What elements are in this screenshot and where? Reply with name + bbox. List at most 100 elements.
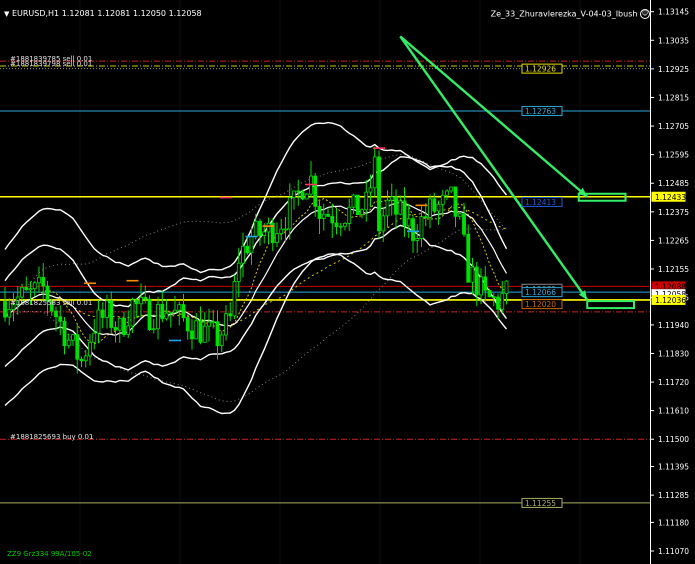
candle-body — [385, 199, 390, 217]
candle-body — [368, 187, 373, 193]
price-chart[interactable]: 1.13145 1.13035 1.12925 1.12815 1.12705 1.125… — [0, 0, 695, 564]
candle-body — [347, 206, 352, 224]
candle-body — [147, 298, 152, 331]
candle-body — [389, 196, 394, 201]
candle-body — [355, 194, 360, 215]
candle-body — [474, 266, 479, 296]
axis-tick-label: 1.11285 — [658, 491, 689, 500]
chart-background — [0, 0, 695, 564]
axis-tick-label: 1.12265 — [658, 236, 689, 245]
candle-body — [462, 213, 466, 235]
axis-tick-label: 1.12595 — [658, 151, 689, 160]
candle-body — [139, 296, 143, 305]
indicator-footer: ZZ9 Grz334 99A/105-02 — [7, 550, 92, 558]
candle-body — [83, 355, 88, 362]
candle-body — [372, 156, 377, 189]
axis-tick-label: 1.12705 — [658, 122, 689, 131]
axis-tick-label: 1.11395 — [658, 463, 689, 472]
axis-tick-label: 1.13145 — [658, 8, 689, 17]
candle-body — [343, 223, 347, 227]
candle-body — [58, 316, 63, 322]
candle-body — [3, 301, 7, 318]
candle-body — [432, 198, 437, 212]
candle-body — [207, 321, 211, 327]
candle-body — [453, 186, 458, 217]
candle-body — [296, 190, 301, 193]
expert-name: Ze_33_Zhuravlerezka_V-04-03_Ibush — [490, 9, 638, 19]
expert-header: Ze_33_Zhuravlerezka_V-04-03_Ibush ☺ — [491, 9, 650, 19]
candle-body — [71, 334, 75, 341]
candle-body — [496, 296, 500, 310]
candle-body — [258, 220, 262, 236]
candle-body — [236, 262, 241, 282]
candle-body — [321, 213, 326, 219]
axis-tick-label: 1.13035 — [658, 36, 689, 45]
axis-tick-label: 1.12485 — [658, 179, 689, 188]
candle-body — [190, 330, 194, 340]
candle-body — [275, 233, 279, 244]
candle-body — [377, 156, 381, 232]
candle-body — [185, 317, 190, 332]
axis-tick-label: 1.11070 — [658, 547, 689, 556]
symbol-info: EURUSD,H1 1.12081 1.12081 1.12050 1.1205… — [11, 9, 202, 18]
candle-body — [181, 304, 186, 319]
candle-body — [24, 287, 29, 291]
candle-body — [134, 299, 139, 305]
candle-body — [313, 175, 318, 207]
order-label[interactable]: #1881825583 sell 0.01 — [10, 299, 92, 307]
candle-body — [20, 287, 24, 298]
candle-body — [88, 341, 92, 357]
candle-body — [96, 309, 101, 334]
candle-body — [126, 325, 131, 335]
price-tag-label: 1.12926 — [525, 65, 556, 74]
candle-body — [215, 321, 220, 347]
candle-body — [338, 225, 343, 228]
smiley-icon[interactable]: ☺ — [640, 9, 650, 19]
candle-body — [241, 245, 245, 264]
candle-body — [117, 317, 122, 331]
candle-body — [232, 281, 237, 317]
candle-body — [164, 312, 169, 320]
candle-body — [262, 231, 267, 236]
candle-body — [466, 233, 471, 283]
candle-body — [7, 309, 12, 318]
candle-body — [28, 288, 33, 291]
candle-body — [330, 215, 335, 224]
candle-body — [224, 313, 228, 336]
candle-body — [491, 296, 496, 299]
candle-body — [177, 304, 182, 311]
candle-body — [249, 236, 254, 254]
candle-body — [202, 325, 207, 343]
candle-body — [151, 328, 156, 331]
candle-body — [428, 198, 432, 218]
candle-body — [105, 300, 109, 318]
candle-body — [381, 215, 386, 232]
candle-body — [100, 309, 105, 318]
candle-body — [287, 197, 292, 230]
candle-body — [449, 186, 454, 192]
axis-tick-label: 1.12155 — [658, 265, 689, 274]
candle-body — [411, 218, 415, 241]
candle-body — [160, 303, 165, 320]
indicator-label: ZZ9 Grz334 99A/105-02 — [7, 550, 92, 558]
axis-tick-label: 1.11610 — [658, 407, 689, 416]
candle-body — [483, 276, 488, 291]
candle-body — [398, 200, 403, 215]
candle-body — [423, 216, 428, 219]
candle-body — [419, 216, 424, 239]
candle-body — [479, 276, 483, 296]
order-label[interactable]: #1881825693 buy 0.01 — [10, 433, 93, 441]
axis-tick-label: 1.11720 — [658, 378, 689, 387]
axis-tick-label: 1.11500 — [658, 435, 689, 444]
candle-body — [228, 313, 233, 317]
candle-body — [304, 193, 309, 200]
axis-tick-label: 1.11830 — [658, 349, 689, 358]
triangle-down-icon[interactable]: ▼ — [4, 10, 9, 18]
candle-body — [279, 228, 284, 235]
candle-body — [32, 282, 37, 290]
candle-body — [168, 311, 173, 314]
candle-body — [75, 334, 80, 360]
order-label[interactable]: #1881839798 sell 0.01 — [10, 60, 92, 68]
candle-body — [326, 213, 330, 217]
candle-body — [334, 222, 339, 227]
